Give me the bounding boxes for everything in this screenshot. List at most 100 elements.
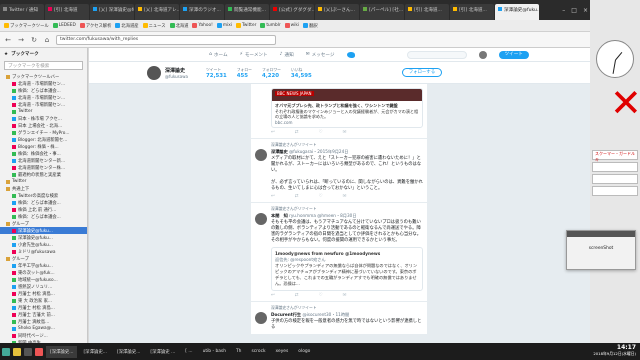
taskbar-window[interactable]: [深澤論史 ...: [146, 346, 179, 358]
bookmark-entry[interactable]: 月藩士 吉藩大 前...: [0, 311, 87, 318]
retweet-icon[interactable]: ⇄: [295, 293, 299, 298]
browser-tab[interactable]: [乂] 深澤論史@fuku...: [90, 4, 134, 20]
forward-icon[interactable]: →: [17, 36, 25, 44]
bookmark-entry[interactable]: Shoko Egawa@...: [0, 325, 87, 332]
bookmark-folder[interactable]: Twitter: [0, 178, 87, 185]
bookmark-entry[interactable]: 北海道新聞センター株...: [0, 164, 87, 171]
back-icon[interactable]: ←: [4, 36, 12, 44]
bookmark-item[interactable]: Yahoo!: [192, 23, 213, 28]
bookmark-entry[interactable]: Twitterの高度な検索: [0, 192, 87, 199]
bookmark-entry[interactable]: 年半工学@fuku...: [0, 262, 87, 269]
like-icon[interactable]: ♡: [319, 293, 323, 298]
taskbar-window[interactable]: [ ...: [181, 346, 196, 358]
bookmark-entry[interactable]: 株価：株価会社・事...: [0, 150, 87, 157]
browser-tab[interactable]: [引] 北海道...: [405, 4, 449, 20]
taskbar-window[interactable]: [深澤論史...: [79, 346, 110, 358]
bookmark-entry[interactable]: 株価：どらば本議会...: [0, 213, 87, 220]
mini-panel[interactable]: [592, 186, 638, 196]
bookmark-entry[interactable]: 北海道 - 市場新聞セン...: [0, 80, 87, 87]
bookmark-item[interactable]: tumblr: [260, 23, 281, 28]
bookmark-item[interactable]: wiki: [284, 23, 299, 28]
browser-tab[interactable]: [パーペル] [社...: [360, 4, 404, 20]
bookmark-entry[interactable]: Blogger: 株価・株...: [0, 143, 87, 150]
url-bar[interactable]: twitter.com/fukusawa/with_replies: [56, 34, 276, 45]
bookmark-entry[interactable]: 最適約の状態と実産業: [0, 171, 87, 178]
reload-icon[interactable]: ↻: [30, 36, 38, 44]
taskbar-window[interactable]: scrock: [247, 346, 269, 358]
link-card[interactable]: BBC NEWS JAPAN オバマ元ブプレシ先、政トランプと和議を強く、ワシン…: [271, 88, 423, 128]
dm-icon[interactable]: ✉: [343, 130, 347, 135]
bookmark-entry[interactable]: 深澤論史@fuku...: [0, 227, 87, 234]
timeline-tweet[interactable]: 深澤論史さんがリツイート 本間 知 ryu.honmma @hmeen・8月30…: [251, 203, 427, 302]
twitter-search-input[interactable]: [406, 50, 467, 59]
browser-tab[interactable]: [公式] グダグダ...: [270, 4, 314, 20]
bookmark-folder[interactable]: グループ: [0, 220, 87, 227]
browser-tab[interactable]: 深澤論史@fuku...: [495, 4, 539, 20]
bookmark-entry[interactable]: 北海道新聞センター新...: [0, 157, 87, 164]
bookmark-entry[interactable]: 東 大 政治家 家...: [0, 297, 87, 304]
bookmark-entry[interactable]: 感熱説ノリュリ...: [0, 283, 87, 290]
bookmark-item[interactable]: ブックマークツール: [4, 23, 49, 29]
bookmark-item[interactable]: アクセス解析: [79, 23, 111, 29]
bookmark-entry[interactable]: 日本 上場会社 - 北海...: [0, 122, 87, 129]
bookmark-entry[interactable]: ミドリ@fukusawa: [0, 248, 87, 255]
profile-avatar[interactable]: [147, 65, 161, 80]
browser-tab[interactable]: Twitter / 通知: [0, 4, 44, 20]
tweet-button[interactable]: ツイート: [498, 50, 529, 59]
quoted-tweet[interactable]: 1moody@news from newfuro @1moodynews 返信先…: [271, 247, 423, 291]
bookmark-item[interactable]: 北海道産: [115, 23, 139, 29]
reply-icon[interactable]: ↩: [271, 130, 275, 135]
bookmark-entry[interactable]: 株価：どらば本議会...: [0, 199, 87, 206]
tweet-avatar[interactable]: [255, 213, 267, 225]
terminal-icon[interactable]: [24, 347, 32, 356]
bookmark-entry[interactable]: 小倉先生@fuku...: [0, 241, 87, 248]
profile-name[interactable]: 深澤論史: [165, 67, 188, 74]
taskbar-clock[interactable]: 14:17 2018年9月12日(水曜日): [593, 344, 636, 357]
nav-notifications[interactable]: ♪ 通知: [280, 52, 294, 58]
timeline-tweet[interactable]: 深澤論史さんがリツイート 深澤論史 @fukugarai・2015年9月24日 …: [251, 139, 427, 203]
timeline-tweet[interactable]: 深澤論史さんがリツイート Docurent行生 @isocurent30・11時…: [251, 302, 427, 335]
menu-icon[interactable]: [2, 347, 10, 356]
bookmark-folder[interactable]: ブックマークツールバー: [0, 73, 87, 80]
bookmark-entry[interactable]: Twitter: [0, 108, 87, 115]
close-x-icon[interactable]: ✕: [610, 84, 640, 122]
mini-panel[interactable]: [592, 162, 638, 172]
nav-moments[interactable]: ⚡ モーメント: [240, 52, 268, 58]
reply-icon[interactable]: ↩: [271, 293, 275, 298]
taskbar-window[interactable]: utib - bash: [199, 346, 230, 358]
bookmark-entry[interactable]: 同時代ページ...: [0, 332, 87, 339]
bookmark-entry[interactable]: 株価：どらば本議会...: [0, 87, 87, 94]
taskbar-window[interactable]: [深澤論史...: [46, 345, 78, 358]
profile-stat[interactable]: いいね 34,595: [291, 67, 312, 79]
browser-tab[interactable]: 深澤のラジオ...: [180, 4, 224, 20]
tweet-author[interactable]: 本間 知: [271, 213, 288, 218]
bookmark-item[interactable]: Twitter: [235, 23, 256, 28]
timeline-tweet[interactable]: BBC NEWS JAPAN オバマ元ブプレシ先、政トランプと和議を強く、ワシン…: [251, 84, 427, 139]
profile-stat[interactable]: ツイート 72,531: [206, 67, 227, 79]
files-icon[interactable]: [13, 347, 21, 356]
maximize-icon[interactable]: □: [571, 7, 577, 14]
nav-messages[interactable]: ✉ メッセージ: [306, 52, 335, 58]
bookmark-entry[interactable]: グランエイチー - MyPro...: [0, 129, 87, 136]
bookmark-entry[interactable]: 地域統一@fukuso...: [0, 276, 87, 283]
twitter-bird-icon[interactable]: [346, 51, 355, 58]
browser-tab[interactable]: [乂] 北海道アレ...: [135, 4, 179, 20]
browser-tab[interactable]: [引] 北海道: [45, 4, 89, 20]
browser-tab[interactable]: [乂]ぷーさん...: [315, 4, 359, 20]
like-icon[interactable]: ♡: [319, 194, 323, 199]
account-avatar[interactable]: [478, 50, 487, 59]
bookmark-entry[interactable]: Blogger: 北海道新聞セ...: [0, 136, 87, 143]
dm-icon[interactable]: ✉: [343, 194, 347, 199]
taskbar-window[interactable]: ologo: [294, 346, 314, 358]
tweet-author[interactable]: 深澤論史: [271, 149, 288, 154]
taskbar-window[interactable]: xeyes: [272, 346, 293, 358]
popup-titlebar[interactable]: [567, 231, 635, 237]
bookmark-entry[interactable]: 月藩士 村松 滴島...: [0, 304, 87, 311]
home-icon[interactable]: ⌂: [43, 36, 51, 44]
profile-stat[interactable]: フォロー 455: [237, 67, 252, 79]
retweet-icon[interactable]: ⇄: [295, 130, 299, 135]
tweet-avatar[interactable]: [255, 312, 267, 324]
browser-tab[interactable]: [引] 北海道...: [450, 4, 494, 20]
taskbar-window[interactable]: [深澤論史...: [113, 346, 144, 358]
bookmark-entry[interactable]: 株価 上北 前 通行...: [0, 206, 87, 213]
